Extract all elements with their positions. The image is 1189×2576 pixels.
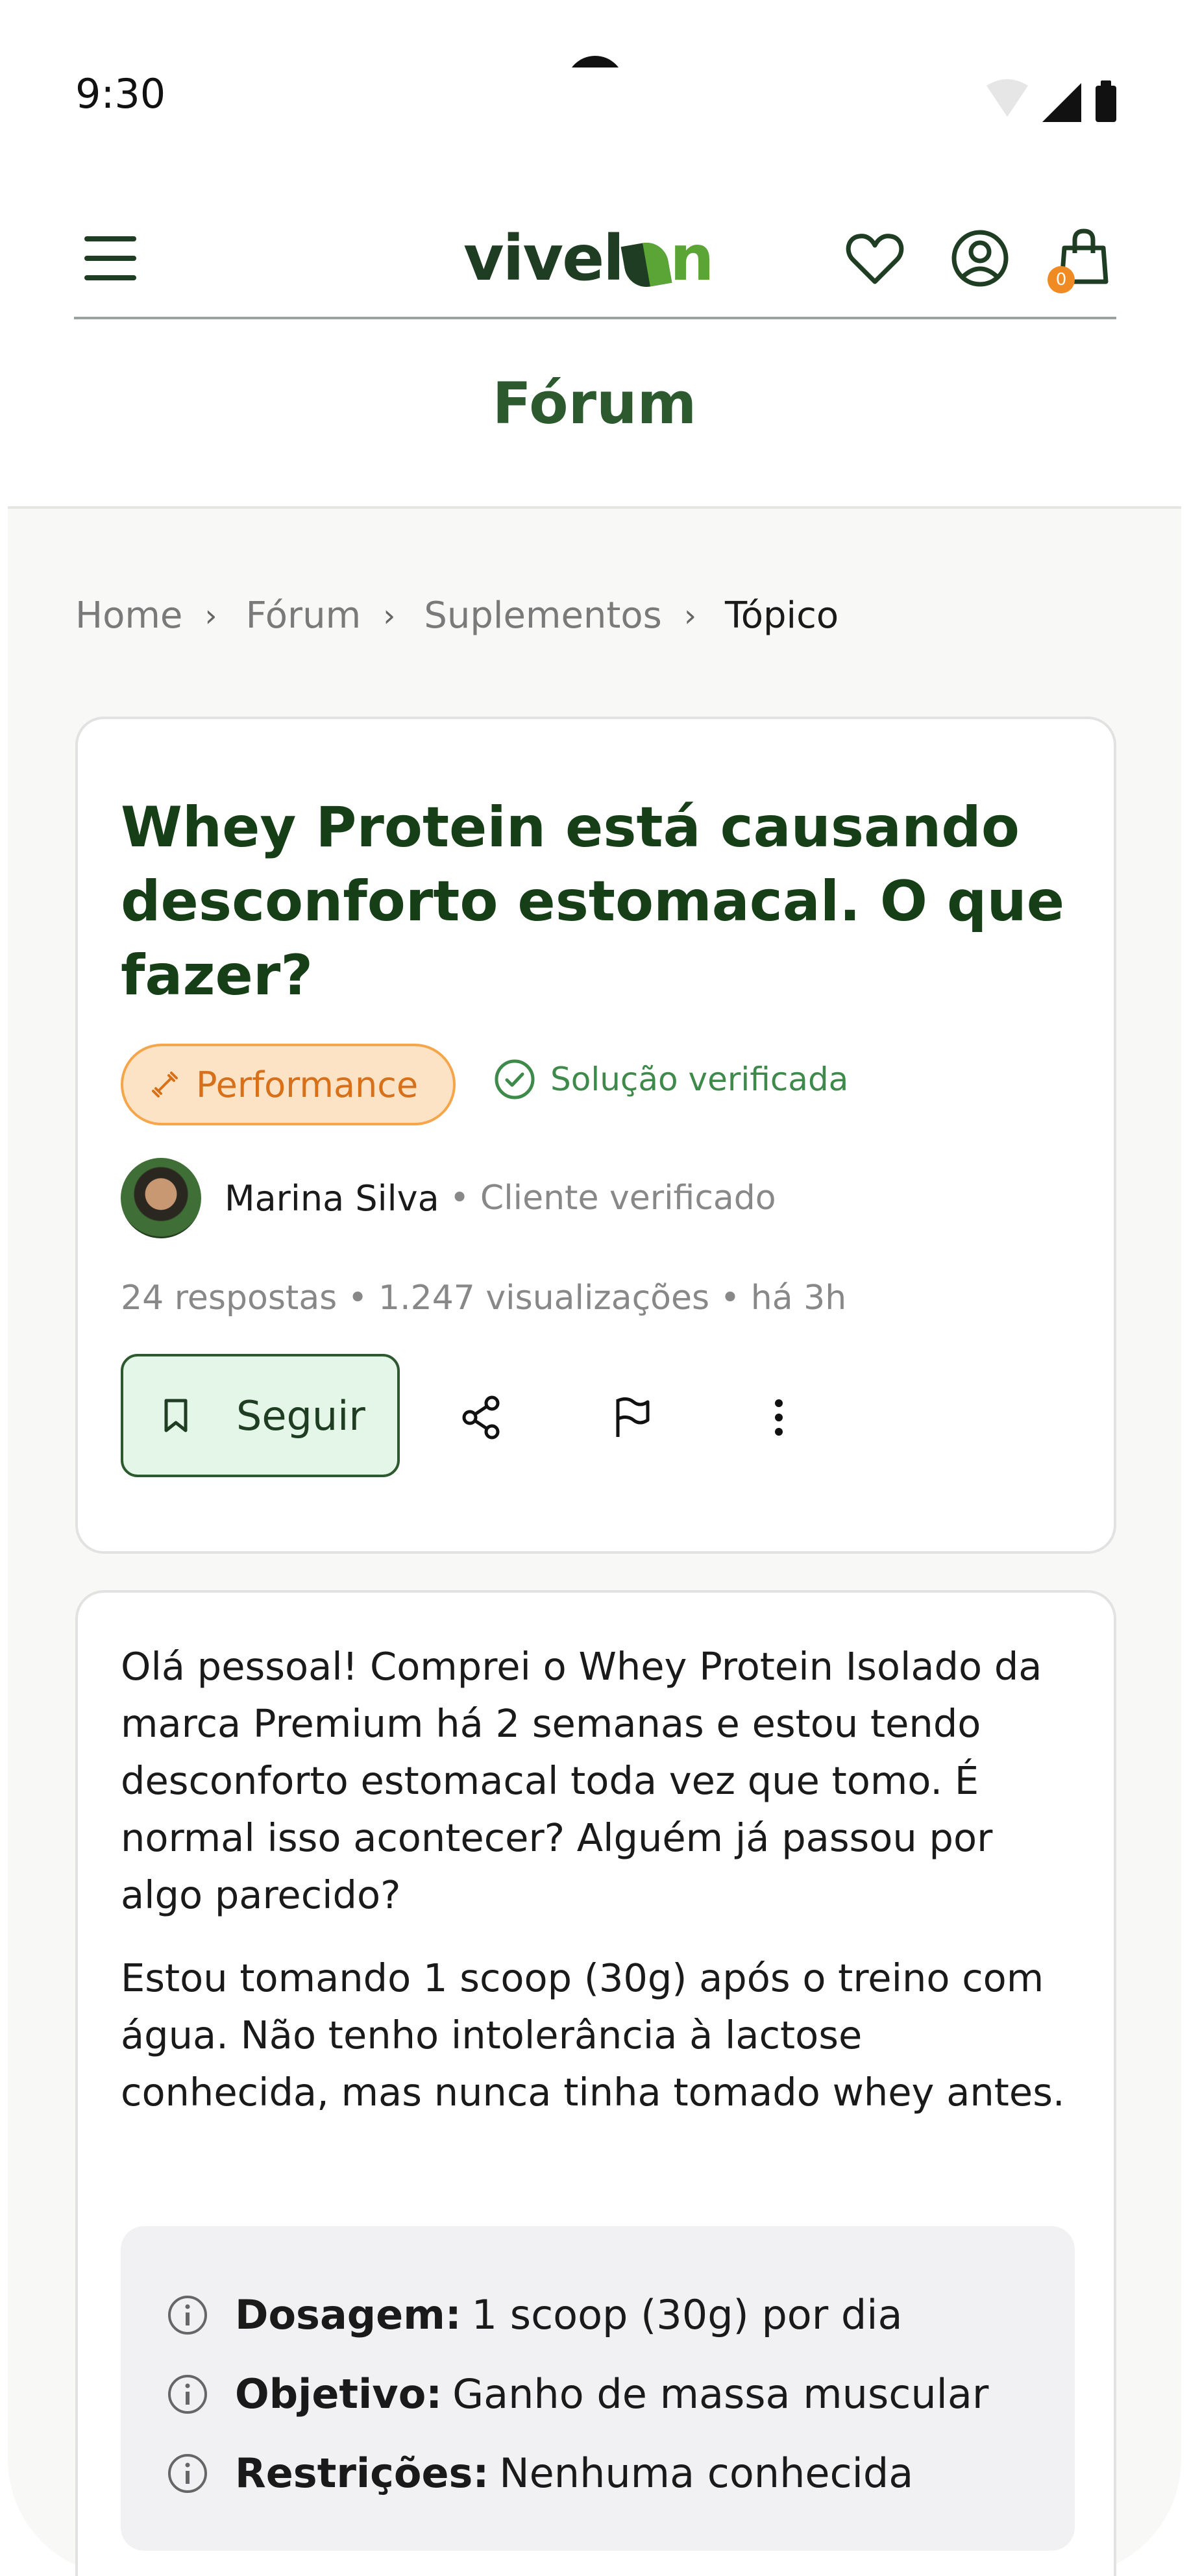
post-card: Olá pessoal! Comprei o Whey Protein Isol… [75,1590,1116,2576]
status-time: 9:30 [75,70,166,117]
info-icon [168,2374,207,2414]
follow-button[interactable]: Seguir [121,1354,400,1477]
signal-icon [1042,83,1081,122]
detail-row-restrictions: Restrições: Nenhuma conhecida [166,2449,913,2497]
info-icon [168,2295,207,2335]
info-icon [168,2453,207,2493]
wifi-icon [987,79,1028,117]
detail-label: Objetivo: [235,2370,443,2418]
verified-solution-label: Solução verificada [550,1061,849,1098]
breadcrumb-home[interactable]: Home [75,595,182,637]
account-icon[interactable] [949,227,1011,289]
breadcrumb-forum[interactable]: Fórum [246,595,362,637]
category-tag-label: Performance [196,1064,419,1105]
post-details-box: Dosagem: 1 scoop (30g) por dia Objetivo:… [121,2226,1075,2551]
page-title: Fórum [492,370,697,437]
battery-icon [1096,86,1116,122]
menu-icon[interactable] [82,232,140,284]
verified-solution: Solução verificada [493,1058,848,1101]
breadcrumb-supplements[interactable]: Suplementos [424,595,662,637]
breadcrumb-current: Tópico [725,595,839,637]
logo-text-end: n [670,222,714,295]
check-circle-icon [495,1059,535,1099]
detail-label: Restrições: [235,2449,489,2497]
more-options-icon[interactable] [755,1394,802,1441]
header-divider [74,317,1116,319]
brand-logo[interactable]: vivel n [463,219,714,297]
chevron-right-icon: › [683,597,697,634]
post-paragraph: Estou tomando 1 scoop (30g) após o trein… [121,1956,1065,2115]
avatar[interactable] [121,1158,201,1238]
detail-label: Dosagem: [235,2291,461,2338]
author-info: Marina Silva • Cliente verificado [121,1158,776,1238]
flag-icon[interactable] [609,1394,656,1441]
topic-stats: 24 respostas • 1.247 visualizações • há … [121,1279,847,1318]
chevron-right-icon: › [204,597,217,634]
leaf-icon [620,239,672,291]
follow-button-label: Seguir [236,1392,365,1440]
detail-value: Nenhuma conhecida [499,2449,914,2497]
detail-value: 1 scoop (30g) por dia [471,2291,903,2338]
camera-cutout [566,56,624,67]
category-tag[interactable]: Performance [121,1044,456,1125]
detail-row-dosage: Dosagem: 1 scoop (30g) por dia [166,2291,903,2338]
breadcrumb: Home › Fórum › Suplementos › Tópico [75,595,839,637]
topic-title: Whey Protein está causando desconforto e… [121,795,1065,1008]
post-paragraph: Olá pessoal! Comprei o Whey Protein Isol… [121,1644,1042,1917]
status-bar: 9:30 [0,0,1189,169]
heart-icon[interactable] [844,227,906,289]
author-role: • Cliente verificado [449,1179,776,1218]
dumbbell-icon [152,1072,178,1098]
share-icon[interactable] [458,1394,505,1441]
detail-row-goal: Objetivo: Ganho de massa muscular [166,2370,988,2418]
logo-text-start: vivel [463,222,624,295]
detail-value: Ganho de massa muscular [452,2370,989,2418]
cart-count-badge: 0 [1048,266,1075,293]
author-name[interactable]: Marina Silva [225,1178,439,1219]
status-icons [987,79,1116,122]
chevron-right-icon: › [383,597,396,634]
topic-card: Whey Protein está causando desconforto e… [75,717,1116,1554]
bookmark-icon [164,1399,188,1432]
